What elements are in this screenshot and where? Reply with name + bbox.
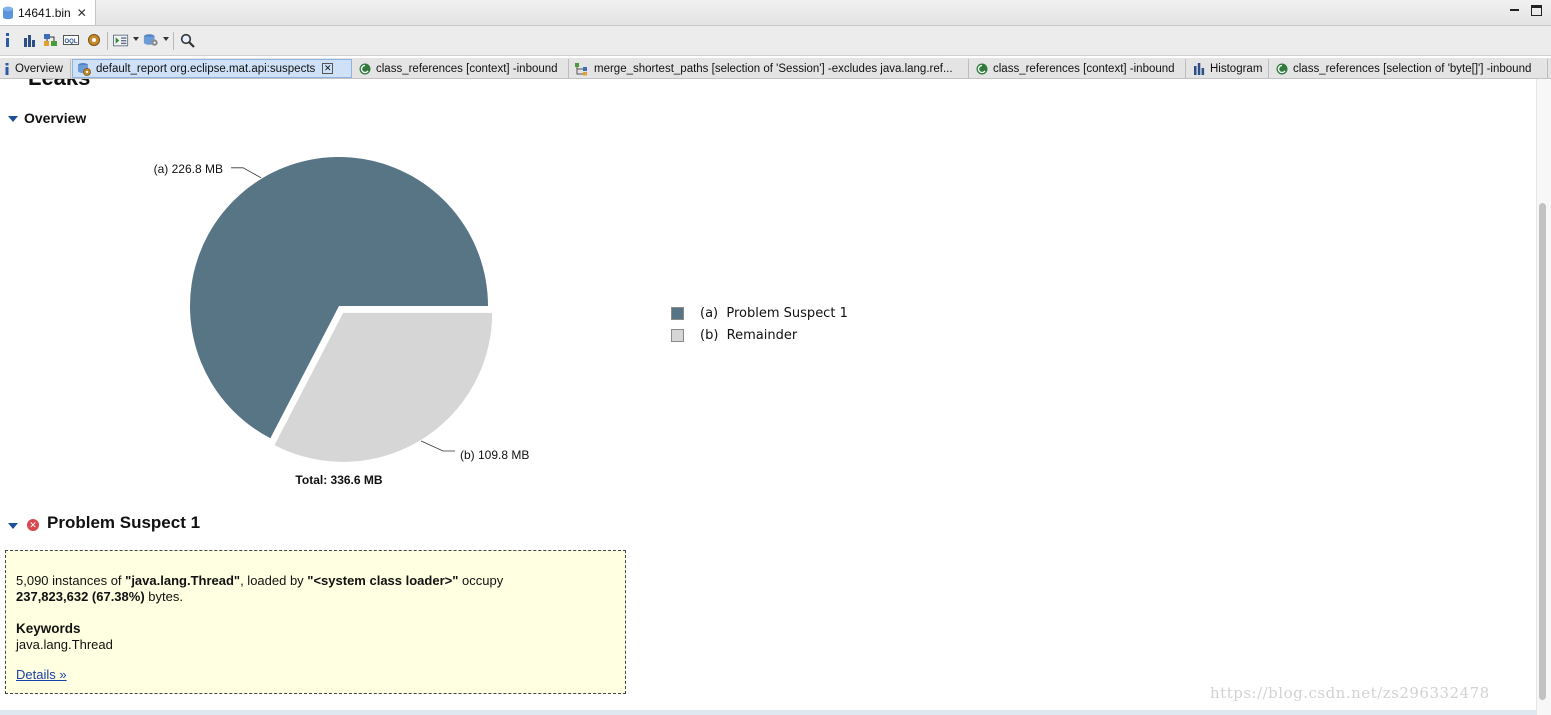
close-icon[interactable]: ✕ [77,6,87,20]
tab-label: merge_shortest_paths [selection of 'Sess… [594,62,953,75]
error-icon: ✕ [27,519,39,531]
maximize-button[interactable] [1531,5,1542,16]
keyword-value: java.lang.Thread [16,637,113,652]
svg-text:OQL: OQL [65,39,78,45]
tab-label: class_references [context] -inbound [376,62,558,75]
scrollbar-thumb[interactable] [1539,203,1546,700]
legend-key: (b) [700,327,719,343]
chevron-down-icon[interactable] [163,37,169,41]
legend-label: Remainder [726,327,798,343]
pie-total-label: Total: 336.6 MB [295,473,382,487]
tab-histogram[interactable]: Histogram [1187,59,1269,78]
pie-chart: (a) 226.8 MB (b) 109.8 MB Total: 336.6 M… [154,157,529,487]
result-tabs: Overview default_report org.eclipse.mat.… [0,58,1551,79]
class-icon [976,63,988,74]
editor-tab-label: 14641.bin [18,5,71,20]
gear-icon[interactable] [86,32,102,48]
legend-item-b: (b) Remainder [671,327,797,343]
tab-merge-shortest-paths[interactable]: merge_shortest_paths [selection of 'Sess… [570,59,969,78]
search-icon[interactable] [179,32,195,48]
slice-label-b: (b) 109.8 MB [460,448,529,462]
legend-label: Problem Suspect 1 [726,305,848,321]
tab-class-references-1[interactable]: class_references [context] -inbound [353,59,569,78]
report-gear-icon [78,62,91,76]
tab-label: Overview [15,62,63,75]
leader-line-b [420,440,456,452]
info-icon [5,62,9,75]
details-link[interactable]: Details » [16,667,67,683]
text-fragment: occupy [458,573,504,588]
legend-swatch [671,328,684,342]
tab-label: default_report org.eclipse.mat.api:suspe… [96,62,316,75]
problem-suspect-heading: Problem Suspect 1 [47,513,201,532]
histogram-icon[interactable] [21,32,37,48]
class-loader: "<system class loader>" [307,573,459,588]
database-icon [3,6,13,19]
info-icon[interactable] [0,32,16,48]
tab-label: class_references [selection of 'byte[]']… [1293,62,1532,75]
class-icon [359,63,371,74]
tree-icon [575,62,587,75]
close-icon[interactable]: ✕ [322,63,334,74]
editor-title-bar: 14641.bin ✕ [0,0,1551,26]
class-name: "java.lang.Thread" [125,573,241,588]
retained-bytes: 237,823,632 (67.38%) [16,589,145,604]
tab-class-references-2[interactable]: class_references [context] -inbound [970,59,1186,78]
run-report-icon[interactable] [113,32,129,48]
problem-suspect-box: 5,090 instances of "java.lang.Thread", l… [5,550,626,694]
report-content: Leaks Overview (a) 226.8 MB (b) 109.8 MB… [0,79,1536,715]
oql-icon[interactable]: OQL [63,32,79,48]
histogram-icon [1194,62,1205,75]
text-fragment: , loaded by [240,573,308,588]
slice-label-a: (a) 226.8 MB [154,162,223,176]
chevron-down-icon[interactable] [133,37,139,41]
dominator-tree-icon[interactable] [42,32,58,48]
instance-count: 5,090 [16,573,49,588]
minimize-button[interactable] [1509,5,1520,16]
legend-item-a: (a) Problem Suspect 1 [671,305,848,321]
legend-swatch [671,306,684,320]
tab-overview[interactable]: Overview [0,59,71,78]
toolbar: OQL [0,26,1551,56]
collapse-triangle-icon[interactable] [8,523,18,529]
tab-label: Histogram [1210,62,1263,75]
toolbar-separator [107,32,108,50]
suspect-description: 5,090 instances of "java.lang.Thread", l… [16,573,615,605]
query-browser-icon[interactable] [143,32,159,48]
toolbar-separator [173,32,174,50]
leader-line-a [231,167,262,179]
text-fragment: bytes. [144,589,183,604]
legend-key: (a) [700,305,719,321]
tab-label: class_references [context] -inbound [993,62,1175,75]
tab-class-references-3[interactable]: class_references [selection of 'byte[]']… [1270,59,1548,78]
bottom-border [0,710,1536,715]
editor-tab-heap-dump[interactable]: 14641.bin ✕ [0,0,96,25]
watermark: https://blog.csdn.net/zs296332478 [1210,684,1490,702]
class-icon [1276,63,1288,74]
text-fragment: instances of [48,573,126,588]
tab-default-report[interactable]: default_report org.eclipse.mat.api:suspe… [72,59,352,78]
keywords-heading: Keywords [16,621,81,636]
